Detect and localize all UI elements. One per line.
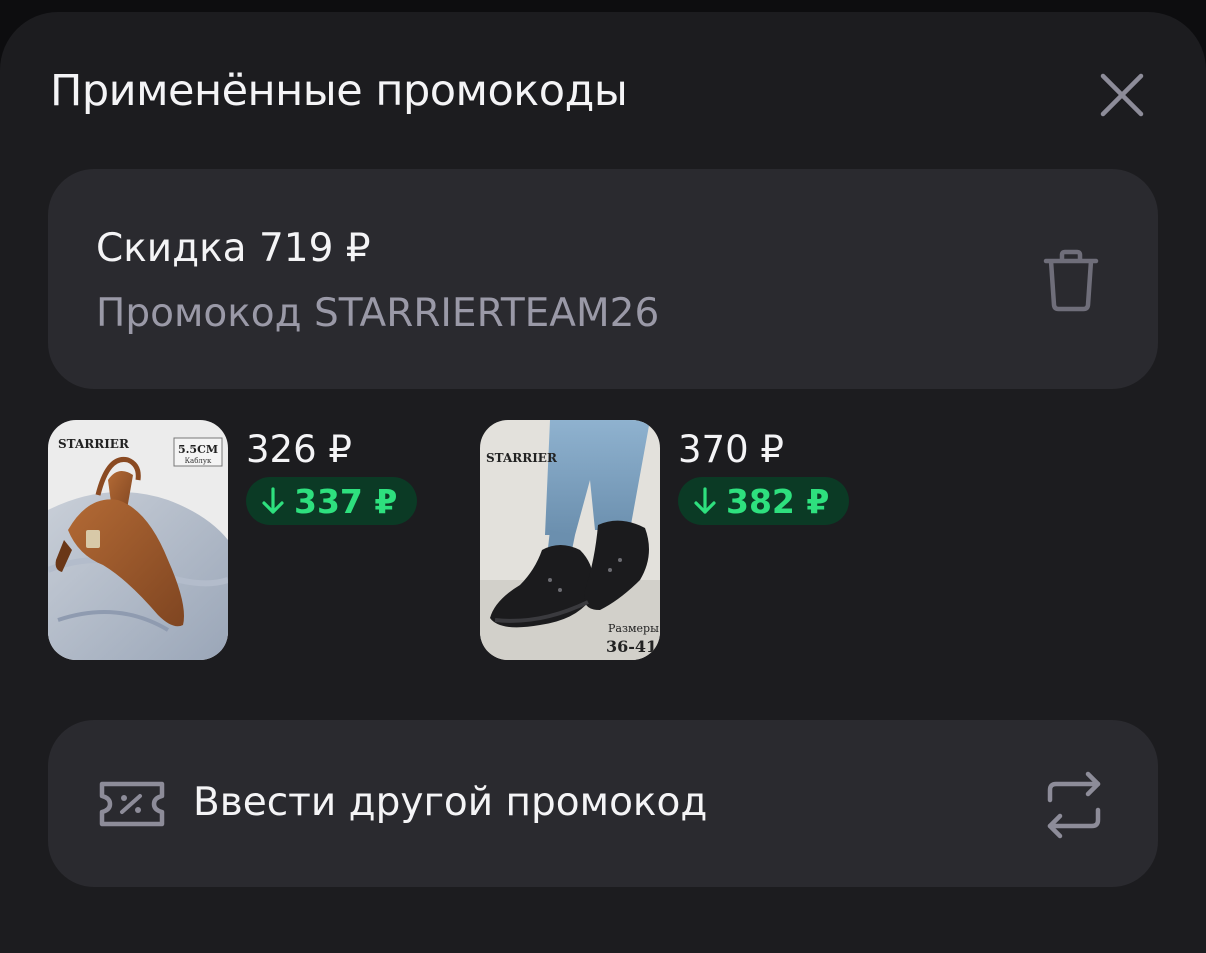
svg-text:STARRIER: STARRIER xyxy=(58,437,130,451)
svg-text:STARRIER: STARRIER xyxy=(486,451,558,465)
svg-text:Размеры: Размеры xyxy=(608,622,659,635)
trash-icon xyxy=(1043,249,1099,312)
arrow-down-icon xyxy=(262,487,284,514)
svg-text:36-41: 36-41 xyxy=(606,637,657,656)
old-price: 337 ₽ xyxy=(294,481,398,521)
product-image-sneakers: STARRIER Размеры 36-41 xyxy=(480,420,660,660)
product-image-heels: STARRIER 5.5CM Каблук xyxy=(48,420,228,660)
delete-promo-button[interactable] xyxy=(1036,243,1106,317)
enter-promo-label: Ввести другой промокод xyxy=(193,780,708,825)
promo-code-label: Промокод STARRIERTEAM26 xyxy=(96,291,660,336)
svg-text:Каблук: Каблук xyxy=(185,457,212,465)
old-price: 382 ₽ xyxy=(726,481,830,521)
price-before-discount-badge: 382 ₽ xyxy=(678,477,850,525)
arrow-down-icon xyxy=(694,487,716,514)
applied-promo-card: Скидка 719 ₽ Промокод STARRIERTEAM26 xyxy=(48,169,1158,389)
product-price: 326 ₽ xyxy=(246,428,352,471)
promo-codes-sheet: Применённые промокоды Скидка 719 ₽ Промо… xyxy=(0,12,1206,953)
enter-another-promo-button[interactable]: Ввести другой промокод xyxy=(48,720,1158,887)
price-before-discount-badge: 337 ₽ xyxy=(246,477,418,525)
swap-arrows-icon xyxy=(1047,771,1101,839)
promo-ticket-icon xyxy=(99,781,165,827)
close-icon xyxy=(1100,73,1144,117)
close-button[interactable] xyxy=(1094,67,1150,123)
svg-text:5.5CM: 5.5CM xyxy=(178,443,218,456)
product-price: 370 ₽ xyxy=(678,428,784,471)
sheet-title: Применённые промокоды xyxy=(50,66,628,116)
discount-amount: Скидка 719 ₽ xyxy=(96,226,371,271)
